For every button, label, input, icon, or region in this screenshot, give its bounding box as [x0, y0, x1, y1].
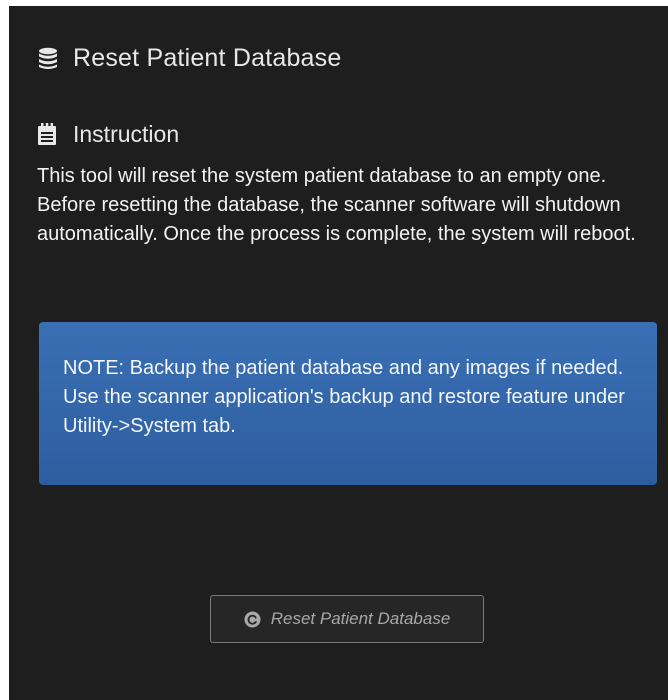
instruction-heading: Instruction [37, 121, 179, 148]
instruction-text: This tool will reset the system patient … [37, 165, 636, 245]
database-icon [37, 47, 59, 71]
page-title: Reset Patient Database [73, 44, 342, 72]
reset-database-button[interactable]: Reset Patient Database [210, 595, 484, 643]
note-text: NOTE: Backup the patient database and an… [63, 357, 625, 437]
reset-icon [244, 611, 261, 628]
note-box: NOTE: Backup the patient database and an… [39, 322, 657, 485]
instruction-title: Instruction [73, 121, 180, 147]
panel-header: Reset Patient Database [37, 44, 341, 73]
notepad-icon [37, 123, 57, 146]
reset-database-panel: Reset Patient Database Instruction This … [9, 6, 668, 700]
reset-button-label: Reset Patient Database [270, 609, 451, 628]
